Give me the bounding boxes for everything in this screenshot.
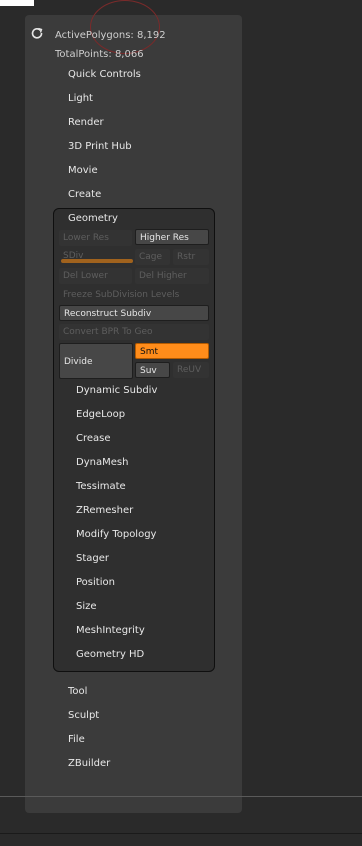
menu-quick-controls[interactable]: Quick Controls <box>68 69 141 80</box>
lower-res-button[interactable]: Lower Res <box>59 230 132 246</box>
menu-sculpt[interactable]: Sculpt <box>68 710 99 721</box>
divide-button[interactable]: Divide <box>59 343 133 379</box>
subpalette-tessimate[interactable]: Tessimate <box>76 481 126 492</box>
higher-res-button[interactable]: Higher Res <box>135 229 209 245</box>
subpalette-stager[interactable]: Stager <box>76 553 109 564</box>
reconstruct-subdiv-button[interactable]: Reconstruct Subdiv <box>59 305 209 321</box>
menu-movie[interactable]: Movie <box>68 165 98 176</box>
cage-button[interactable]: Cage <box>135 249 170 265</box>
menu-zbuilder[interactable]: ZBuilder <box>68 758 110 769</box>
convert-bpr-to-geo-button[interactable]: Convert BPR To Geo <box>59 324 209 340</box>
divider-line-bottom <box>0 833 362 834</box>
subpalette-size[interactable]: Size <box>76 601 97 612</box>
subpalette-zremesher[interactable]: ZRemesher <box>76 505 133 516</box>
smt-toggle[interactable]: Smt <box>135 343 209 359</box>
subpalette-meshintegrity[interactable]: MeshIntegrity <box>76 625 145 636</box>
freeze-subdivision-levels-button[interactable]: Freeze SubDivision Levels <box>59 287 209 303</box>
top-edge-highlight <box>0 0 34 6</box>
menu-3d-print-hub[interactable]: 3D Print Hub <box>68 141 132 152</box>
menu-geometry[interactable]: Geometry <box>68 213 118 224</box>
subpalette-edgeloop[interactable]: EdgeLoop <box>76 409 125 420</box>
subpalette-dynamic-subdiv[interactable]: Dynamic Subdiv <box>76 385 157 396</box>
subpalette-crease[interactable]: Crease <box>76 433 111 444</box>
menu-render[interactable]: Render <box>68 117 104 128</box>
subpalette-geometry-hd[interactable]: Geometry HD <box>76 649 144 660</box>
suv-toggle[interactable]: Suv <box>135 362 170 378</box>
menu-light[interactable]: Light <box>68 93 93 104</box>
refresh-icon[interactable] <box>30 26 44 40</box>
subpalette-modify-topology[interactable]: Modify Topology <box>76 529 156 540</box>
reuv-toggle[interactable]: ReUV <box>173 362 209 378</box>
menu-tool[interactable]: Tool <box>68 686 87 697</box>
del-higher-button[interactable]: Del Higher <box>135 268 209 284</box>
sdiv-slider-track[interactable] <box>61 259 133 263</box>
divider-line <box>0 796 362 797</box>
del-lower-button[interactable]: Del Lower <box>59 268 132 284</box>
total-points-stat: TotalPoints: 8,066 <box>55 49 144 60</box>
menu-create[interactable]: Create <box>68 189 101 200</box>
rstr-button[interactable]: Rstr <box>173 249 209 265</box>
subpalette-dynamesh[interactable]: DynaMesh <box>76 457 128 468</box>
subpalette-position[interactable]: Position <box>76 577 115 588</box>
active-polygons-stat: ActivePolygons: 8,192 <box>55 30 166 41</box>
menu-file[interactable]: File <box>68 734 85 745</box>
